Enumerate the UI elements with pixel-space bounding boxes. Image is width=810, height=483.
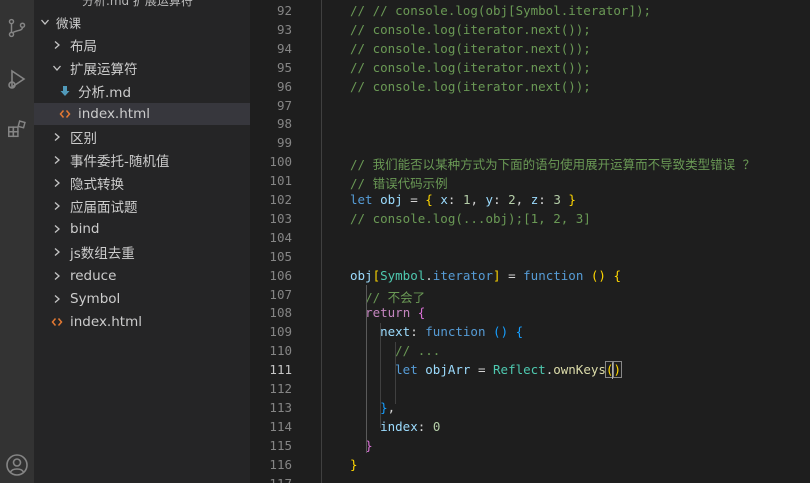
code-line[interactable]: // // console.log(obj[Symbol.iterator]); [350, 3, 651, 18]
line-number: 102 [269, 192, 292, 207]
tree-item[interactable]: 事件委托-随机值 [34, 149, 250, 171]
code-line[interactable]: let objArr = Reflect.ownKeys() [350, 361, 622, 379]
code-line[interactable]: } [350, 457, 358, 472]
indent-guide [321, 0, 322, 483]
extensions-icon[interactable] [0, 114, 34, 144]
tree-item[interactable]: Symbol [34, 288, 250, 310]
indent-guide [366, 285, 367, 453]
line-number: 108 [269, 305, 292, 321]
tree-item[interactable]: reduce [34, 265, 250, 287]
html-file-icon [50, 315, 64, 329]
line-number: 93 [276, 21, 292, 37]
line-number: 103 [269, 210, 292, 226]
tree-item-label: reduce [70, 267, 117, 284]
tree-item[interactable]: 布局 [34, 34, 250, 56]
tree-item[interactable]: index.html [34, 311, 250, 333]
tree-item-label: index.html [78, 106, 150, 123]
code-line[interactable]: // console.log(iterator.next()); [350, 22, 591, 37]
chevron-right-icon [50, 292, 64, 306]
line-number: 107 [269, 286, 292, 302]
line-number: 94 [276, 40, 292, 56]
tree-item-label: 区别 [70, 131, 97, 148]
line-number: 97 [276, 97, 292, 113]
tree-item[interactable]: 区别 [34, 126, 250, 148]
line-number: 111 [269, 362, 292, 378]
code-line[interactable]: // 我们能否以某种方式为下面的语句使用展开运算而不导致类型错误 ？ [350, 154, 755, 173]
tree-item[interactable]: index.html [34, 103, 250, 126]
line-number: 113 [269, 399, 292, 415]
line-number: 109 [269, 324, 292, 340]
tree-item[interactable]: 应届面试题 [34, 195, 250, 217]
line-number: 114 [269, 418, 292, 434]
indent-guide [395, 342, 396, 404]
line-number: 96 [276, 78, 292, 94]
tree-item-label: 扩展运算符 [70, 62, 138, 79]
line-number: 115 [269, 437, 292, 453]
run-debug-icon[interactable] [0, 64, 34, 94]
line-number: 116 [269, 456, 292, 472]
tree-item-label: index.html [70, 313, 142, 330]
code-line[interactable]: // 不会了 [350, 287, 425, 306]
chevron-right-icon [50, 153, 64, 167]
line-number: 95 [276, 59, 292, 75]
code-line[interactable]: }, [350, 400, 395, 415]
line-number: 106 [269, 267, 292, 283]
line-number: 92 [276, 3, 292, 18]
code-line[interactable]: index: 0 [350, 419, 440, 434]
tree-item-label: 隐式转换 [70, 177, 124, 194]
partial-breadcrumb: 分析.md 扩展运算符 [82, 0, 193, 8]
tree-item[interactable]: 扩展运算符 [34, 57, 250, 79]
chevron-down-icon [50, 61, 64, 75]
tree-item[interactable]: js数组去重 [34, 241, 250, 263]
account-icon[interactable] [0, 450, 34, 480]
line-number: 105 [269, 248, 292, 264]
chevron-right-icon [50, 130, 64, 144]
code-line[interactable]: // console.log(iterator.next()); [350, 41, 591, 56]
chevron-down-icon [38, 15, 52, 29]
chevron-right-icon [50, 176, 64, 190]
tree-item-label: 应届面试题 [70, 200, 138, 217]
tree-item-label: bind [70, 221, 100, 238]
chevron-right-icon [50, 245, 64, 259]
chevron-right-icon [50, 199, 64, 213]
folder-root-label: 微课 [56, 15, 82, 31]
code-editor[interactable]: 92 93 94 95 96 97 98 99 100 101 102 103 104 105 106 107… [250, 0, 810, 483]
indent-guide [380, 323, 381, 428]
line-number: 98 [276, 116, 292, 132]
line-number: 110 [269, 343, 292, 359]
code-line[interactable]: } [350, 438, 373, 453]
line-number: 117 [269, 475, 292, 483]
source-control-icon[interactable] [0, 14, 34, 42]
line-number: 104 [269, 229, 292, 245]
line-number: 101 [269, 173, 292, 189]
tree-item-label: 布局 [70, 39, 97, 55]
code-line[interactable]: // console.log(iterator.next()); [350, 79, 591, 94]
activity-bar [0, 0, 34, 483]
code-line[interactable]: next: function () { [350, 324, 523, 339]
chevron-right-icon [50, 222, 64, 236]
tree-item-label: 分析.md [78, 85, 132, 102]
code-line[interactable]: obj[Symbol.iterator] = function () { [350, 268, 621, 283]
chevron-right-icon [50, 38, 64, 52]
code-line[interactable]: let obj = { x: 1, y: 2, z: 3 } [350, 192, 576, 207]
chevron-right-icon [50, 269, 64, 283]
code-line[interactable]: // 错误代码示例 [350, 173, 448, 192]
markdown-file-icon [58, 84, 72, 98]
line-number: 100 [269, 154, 292, 170]
tree-item-label: 事件委托-随机值 [70, 154, 170, 171]
tree-item[interactable]: 分析.md [34, 80, 250, 102]
tree-item-label: js数组去重 [70, 246, 135, 263]
code-line[interactable]: return { [350, 305, 425, 320]
line-number: 112 [269, 381, 292, 396]
tree-item[interactable]: bind [34, 218, 250, 240]
code-line[interactable]: // console.log(...obj);[1, 2, 3] [350, 211, 591, 226]
line-number: 99 [276, 135, 292, 151]
tree-item[interactable]: 隐式转换 [34, 172, 250, 194]
folder-root[interactable]: 微课 [34, 11, 250, 33]
tree-item-label: Symbol [70, 290, 121, 307]
html-file-icon [58, 107, 72, 121]
explorer-sidebar: 分析.md 扩展运算符 微课 布局扩展运算符分析.md index.html 区别事… [34, 0, 250, 483]
text-cursor [612, 363, 613, 380]
code-line[interactable]: // console.log(iterator.next()); [350, 60, 591, 75]
